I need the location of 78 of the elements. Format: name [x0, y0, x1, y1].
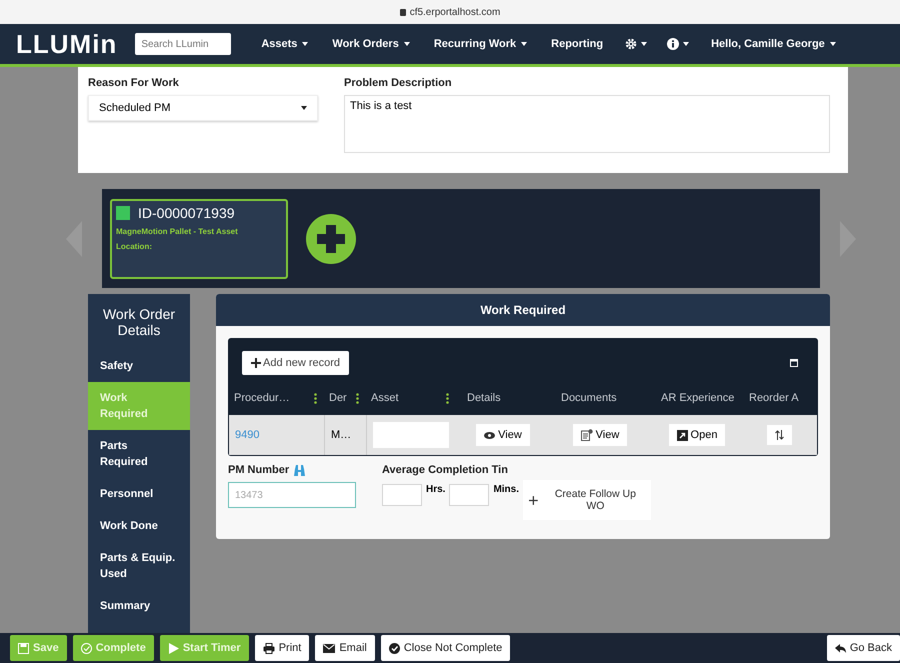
- column-menu-icon[interactable]: [314, 392, 317, 404]
- asset-id: ID-0000071939: [138, 204, 235, 220]
- sidebar-item[interactable]: Summary: [88, 590, 190, 622]
- minutes-label: Mins.: [493, 484, 520, 495]
- maximize-icon[interactable]: [790, 359, 798, 367]
- caret-icon: [641, 42, 648, 46]
- close-button[interactable]: Close Not Complete: [380, 635, 510, 661]
- sidebar-item[interactable]: Work Done: [88, 510, 190, 542]
- check-circle-icon: [388, 642, 400, 654]
- column-header[interactable]: Documents: [561, 392, 617, 404]
- caret-icon: [301, 106, 307, 110]
- view-documents-button[interactable]: View: [572, 424, 628, 446]
- sidebar-item[interactable]: Safety: [88, 350, 190, 382]
- caret-icon: [683, 42, 690, 46]
- table-cell: M…: [331, 429, 352, 441]
- reason-select[interactable]: Scheduled PM: [88, 95, 318, 121]
- field-label: Average Completion Tin: [382, 464, 509, 476]
- plus-icon: [251, 358, 261, 368]
- go-back-button[interactable]: Go Back: [826, 635, 900, 661]
- hours-label: Hrs.: [426, 484, 446, 495]
- url-text: cf5.erportalhost.com: [410, 6, 500, 18]
- info-icon: [667, 38, 680, 50]
- hours-field[interactable]: [382, 484, 422, 506]
- add-record-button[interactable]: Add new record: [242, 351, 350, 375]
- asset-card[interactable]: ID-0000071939 MagneMotion Pallet - Test Asset Location:: [110, 198, 288, 278]
- document-icon: [580, 429, 593, 441]
- caret-icon: [404, 42, 410, 46]
- caret-icon: [521, 42, 528, 46]
- plus-icon: [529, 496, 538, 504]
- add-icon[interactable]: [306, 214, 356, 264]
- column-header[interactable]: Details: [467, 392, 501, 404]
- binoculars-icon[interactable]: [294, 464, 306, 476]
- back-arrow-icon: [834, 644, 846, 652]
- asset-name: MagneMotion Pallet - Test Asset: [116, 226, 239, 236]
- caret-icon: [830, 42, 836, 46]
- column-menu-icon[interactable]: [446, 392, 449, 404]
- asset-input[interactable]: [373, 422, 449, 448]
- field-label: Reason For Work: [88, 77, 180, 89]
- column-header[interactable]: Asset: [371, 392, 399, 404]
- sidebar-title: Work Order Details: [102, 306, 176, 338]
- sidebar-item[interactable]: Personnel: [88, 478, 190, 510]
- play-icon: [168, 642, 179, 654]
- reorder-button[interactable]: [767, 425, 792, 445]
- problem-field[interactable]: This is a test: [344, 95, 830, 153]
- column-header[interactable]: Reorder A: [749, 392, 799, 404]
- column-header[interactable]: Procedur…: [234, 392, 290, 404]
- nav-menu[interactable]: Recurring Work: [422, 38, 540, 50]
- user-menu[interactable]: Hello, Camille George: [699, 38, 840, 50]
- email-button[interactable]: Email: [315, 635, 375, 661]
- eye-icon: [484, 432, 496, 438]
- printer-icon: [262, 642, 275, 654]
- envelope-icon: [323, 644, 336, 652]
- floppy-icon: [18, 642, 29, 654]
- sort-arrows-icon: [775, 430, 784, 440]
- external-link-icon: [676, 430, 688, 440]
- settings-icon: [625, 38, 638, 50]
- nav-menu[interactable]: Assets: [249, 38, 320, 50]
- sidebar-item[interactable]: Parts Required: [88, 430, 190, 478]
- caret-icon: [302, 42, 308, 46]
- sidebar-item[interactable]: Parts & Equip. Used: [88, 542, 190, 590]
- field-label: PM Number: [228, 464, 290, 476]
- asset-location: Location:: [116, 242, 153, 250]
- column-menu-icon[interactable]: [356, 392, 359, 404]
- create-follow-up-button[interactable]: Create Follow Up WO: [523, 480, 652, 520]
- field-label: Problem Description: [344, 77, 453, 89]
- open-ar-button[interactable]: Open: [668, 424, 726, 446]
- minutes-field[interactable]: [449, 484, 490, 506]
- print-button[interactable]: Print: [254, 635, 310, 661]
- column-header[interactable]: Der: [329, 392, 347, 404]
- nav-menu[interactable]: Reporting: [539, 38, 616, 50]
- nav-menu[interactable]: Work Orders: [320, 38, 422, 50]
- search-field[interactable]: Search LLumin: [135, 33, 232, 55]
- check-circle-icon: [80, 642, 92, 654]
- logo[interactable]: LLUMin: [16, 28, 118, 60]
- panel-title: Work Required: [480, 303, 566, 317]
- view-details-button[interactable]: View: [476, 424, 530, 446]
- column-header[interactable]: AR Experience: [661, 392, 734, 404]
- lock-icon: [400, 8, 406, 16]
